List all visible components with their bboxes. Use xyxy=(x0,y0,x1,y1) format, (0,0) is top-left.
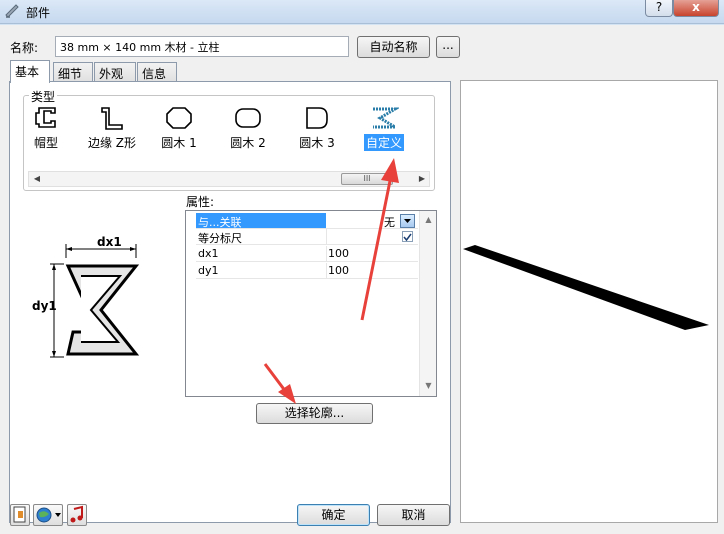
help-viewer-icon[interactable] xyxy=(10,504,30,526)
globe-dropdown-icon[interactable] xyxy=(33,504,63,526)
type-item-log1[interactable]: 圆木 1 xyxy=(149,105,209,157)
dialog-client: 名称: 38 mm × 140 mm 木材 - 立柱 自动名称 ... 基本 细… xyxy=(0,25,724,534)
select-profile-button[interactable]: 选择轮廓... xyxy=(256,403,373,424)
basic-tab-panel: 类型 帽型 边缘 Z形 圆木 1 圆木 2 圆木 3 自定义 ◀ III ▶ d… xyxy=(9,81,451,523)
scroll-right-icon[interactable]: ▶ xyxy=(414,172,430,186)
name-label: 名称: xyxy=(10,41,39,55)
type-item-hat[interactable]: 帽型 xyxy=(16,105,76,157)
custom-profile-icon xyxy=(373,107,399,129)
type-label-hat: 帽型 xyxy=(33,136,58,150)
type-item-log2[interactable]: 圆木 2 xyxy=(218,105,278,157)
ok-button[interactable]: 确定 xyxy=(297,504,370,526)
properties-scrollbar[interactable]: ▲ ▼ xyxy=(419,211,436,396)
tab-appearance[interactable]: 外观 xyxy=(94,62,136,82)
rounded-rect-profile-icon xyxy=(235,108,261,128)
cancel-button[interactable]: 取消 xyxy=(377,504,450,526)
octagon-profile-icon xyxy=(166,107,192,129)
preview-viewport xyxy=(460,80,718,523)
type-label-log2: 圆木 2 xyxy=(230,136,266,150)
property-name: 等分标尺 xyxy=(198,232,242,245)
type-label-log3: 圆木 3 xyxy=(299,136,335,150)
profile-dimension-diagram xyxy=(50,244,140,358)
type-group-label: 类型 xyxy=(29,88,58,105)
scroll-down-icon[interactable]: ▼ xyxy=(420,379,437,393)
z-edge-profile-icon xyxy=(101,107,123,130)
property-value[interactable]: 100 xyxy=(328,264,349,277)
equal-scale-checkbox[interactable] xyxy=(402,231,413,242)
app-icon xyxy=(5,4,19,18)
type-item-z-edge[interactable]: 边缘 Z形 xyxy=(82,105,142,157)
type-label-custom: 自定义 xyxy=(363,134,404,151)
properties-label: 属性: xyxy=(186,195,215,209)
dx1-dimension-label: dx1 xyxy=(97,235,122,249)
type-item-custom[interactable]: 自定义 xyxy=(354,105,414,157)
type-label-z-edge: 边缘 Z形 xyxy=(87,136,137,150)
property-name: dx1 xyxy=(198,247,219,260)
properties-grid: 与...关联 无 等分标尺 dx1 100 dy1 100 ▲ ▼ xyxy=(185,210,437,397)
beam-preview-shape xyxy=(463,245,709,330)
property-name: dy1 xyxy=(198,264,219,277)
title-bar: 部件 ? x xyxy=(0,0,724,24)
d-shape-profile-icon xyxy=(306,107,328,129)
property-row-equal-scale[interactable]: 等分标尺 xyxy=(196,229,418,245)
hat-profile-icon xyxy=(35,107,56,128)
close-button[interactable]: x xyxy=(673,0,719,17)
type-scrollbar[interactable]: ◀ III ▶ xyxy=(28,171,430,187)
auto-name-button[interactable]: 自动名称 xyxy=(357,36,430,58)
type-group: 类型 帽型 边缘 Z形 圆木 1 圆木 2 圆木 3 自定义 ◀ III ▶ xyxy=(23,88,435,191)
name-input[interactable]: 38 mm × 140 mm 木材 - 立柱 xyxy=(55,36,349,57)
tab-basic[interactable]: 基本 xyxy=(10,60,50,83)
audio-icon[interactable] xyxy=(67,504,87,526)
property-name: 与...关联 xyxy=(198,216,242,229)
dropdown-arrow-icon[interactable] xyxy=(400,214,415,228)
scroll-thumb[interactable]: III xyxy=(341,173,393,185)
tab-details[interactable]: 细节 xyxy=(53,62,93,82)
property-value: 无 xyxy=(384,216,395,229)
property-value[interactable]: 100 xyxy=(328,247,349,260)
scroll-left-icon[interactable]: ◀ xyxy=(29,172,45,186)
type-label-log1: 圆木 1 xyxy=(161,136,197,150)
type-item-log3[interactable]: 圆木 3 xyxy=(287,105,347,157)
dy1-dimension-label: dy1 xyxy=(32,299,57,313)
property-row-dy1[interactable]: dy1 100 xyxy=(196,263,418,279)
property-row-associate[interactable]: 与...关联 无 xyxy=(196,213,418,229)
window-title: 部件 xyxy=(26,6,51,20)
scroll-up-icon[interactable]: ▲ xyxy=(420,213,437,227)
tab-info[interactable]: 信息 xyxy=(137,62,177,82)
property-row-dx1[interactable]: dx1 100 xyxy=(196,246,418,262)
help-button[interactable]: ? xyxy=(645,0,673,17)
browse-button[interactable]: ... xyxy=(436,36,460,58)
